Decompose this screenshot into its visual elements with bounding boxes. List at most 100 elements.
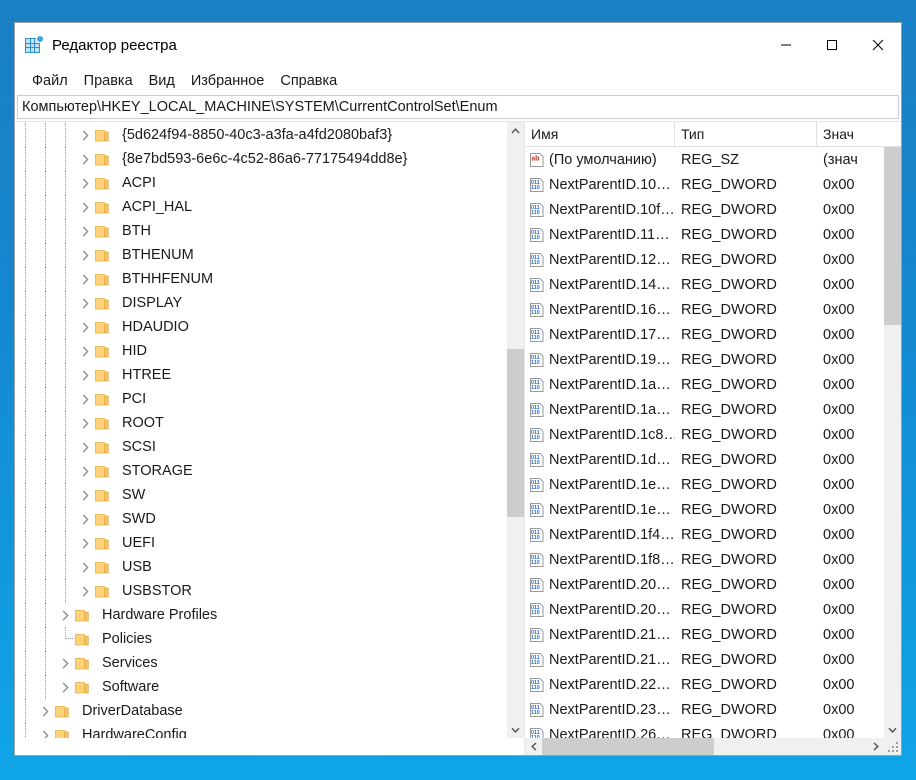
values-hscroll-thumb[interactable] [542, 738, 715, 755]
table-row[interactable]: 011 110 NextParentID.20… REG_DWORD 0x00 [525, 572, 884, 597]
tree-scroll-thumb[interactable] [507, 348, 524, 518]
expand-chevron-icon[interactable] [75, 483, 95, 507]
expand-chevron-icon[interactable] [75, 411, 95, 435]
table-row[interactable]: 011 110 NextParentID.1f4… REG_DWORD 0x00 [525, 522, 884, 547]
menu-favorites[interactable]: Избранное [183, 70, 272, 92]
expand-chevron-icon[interactable] [55, 675, 75, 699]
tree-scroll-down-button[interactable] [507, 721, 524, 738]
tree-item-5d624f94-8850-40c3-a3fa-a4fd2080baf3[interactable]: {5d624f94-8850-40c3-a3fa-a4fd2080baf3} [15, 123, 507, 147]
table-row[interactable]: 011 110 NextParentID.26… REG_DWORD 0x00 [525, 722, 884, 738]
menu-view[interactable]: Вид [141, 70, 183, 92]
registry-tree[interactable]: {5d624f94-8850-40c3-a3fa-a4fd2080baf3} {8… [15, 122, 507, 738]
table-row[interactable]: 011 110 NextParentID.1c8… REG_DWORD 0x00 [525, 422, 884, 447]
expand-chevron-icon[interactable] [75, 219, 95, 243]
values-hscroll-track[interactable] [542, 738, 867, 755]
tree-scroll-up-button[interactable] [507, 122, 524, 139]
expand-chevron-icon[interactable] [75, 459, 95, 483]
values-horizontal-scrollbar[interactable] [525, 738, 901, 755]
tree-item-root[interactable]: ROOT [15, 411, 507, 435]
table-row[interactable]: ab (По умолчанию) REG_SZ (знач [525, 147, 884, 172]
table-row[interactable]: 011 110 NextParentID.1f8… REG_DWORD 0x00 [525, 547, 884, 572]
tree-item-services[interactable]: Services [15, 651, 507, 675]
table-row[interactable]: 011 110 NextParentID.21… REG_DWORD 0x00 [525, 647, 884, 672]
close-button[interactable] [855, 23, 901, 67]
expand-chevron-icon[interactable] [75, 339, 95, 363]
values-scroll-thumb[interactable] [884, 147, 901, 326]
expand-chevron-icon[interactable] [75, 363, 95, 387]
address-input[interactable]: Компьютер\HKEY_LOCAL_MACHINE\SYSTEM\Curr… [17, 95, 899, 119]
table-row[interactable]: 011 110 NextParentID.17… REG_DWORD 0x00 [525, 322, 884, 347]
minimize-button[interactable] [763, 23, 809, 67]
expand-chevron-icon[interactable] [35, 699, 55, 723]
table-row[interactable]: 011 110 NextParentID.1d… REG_DWORD 0x00 [525, 447, 884, 472]
maximize-button[interactable] [809, 23, 855, 67]
tree-item-htree[interactable]: HTREE [15, 363, 507, 387]
expand-chevron-icon[interactable] [75, 123, 95, 147]
tree-item-storage[interactable]: STORAGE [15, 459, 507, 483]
tree-item-usb[interactable]: USB [15, 555, 507, 579]
table-row[interactable]: 011 110 NextParentID.1e… REG_DWORD 0x00 [525, 497, 884, 522]
table-row[interactable]: 011 110 NextParentID.1a… REG_DWORD 0x00 [525, 397, 884, 422]
menu-edit[interactable]: Правка [76, 70, 141, 92]
expand-chevron-icon[interactable] [75, 315, 95, 339]
column-header-name[interactable]: Имя [525, 122, 675, 146]
table-row[interactable]: 011 110 NextParentID.11… REG_DWORD 0x00 [525, 222, 884, 247]
expand-chevron-icon[interactable] [75, 387, 95, 411]
tree-item-bthhfenum[interactable]: BTHHFENUM [15, 267, 507, 291]
expand-chevron-icon[interactable] [75, 267, 95, 291]
expand-chevron-icon[interactable] [75, 147, 95, 171]
values-scroll-down-button[interactable] [884, 721, 901, 738]
tree-item-display[interactable]: DISPLAY [15, 291, 507, 315]
tree-item-hardwareconfig[interactable]: HardwareConfig [15, 723, 507, 738]
table-row[interactable]: 011 110 NextParentID.14… REG_DWORD 0x00 [525, 272, 884, 297]
values-scroll-left-button[interactable] [525, 738, 542, 755]
tree-item-hardware-profiles[interactable]: Hardware Profiles [15, 603, 507, 627]
table-row[interactable]: 011 110 NextParentID.10… REG_DWORD 0x00 [525, 172, 884, 197]
expand-chevron-icon[interactable] [75, 195, 95, 219]
tree-item-usbstor[interactable]: USBSTOR [15, 579, 507, 603]
tree-item-swd[interactable]: SWD [15, 507, 507, 531]
tree-item-bth[interactable]: BTH [15, 219, 507, 243]
tree-vertical-scrollbar[interactable] [507, 122, 524, 738]
expand-chevron-icon[interactable] [55, 603, 75, 627]
tree-item-8e7bd593-6e6c-4c52-86a6-77175494dd8e[interactable]: {8e7bd593-6e6c-4c52-86a6-77175494dd8e} [15, 147, 507, 171]
table-row[interactable]: 011 110 NextParentID.22… REG_DWORD 0x00 [525, 672, 884, 697]
column-header-type[interactable]: Тип [675, 122, 817, 146]
column-header-value[interactable]: Знач [817, 122, 901, 146]
table-row[interactable]: 011 110 NextParentID.12… REG_DWORD 0x00 [525, 247, 884, 272]
expand-chevron-icon[interactable] [75, 435, 95, 459]
tree-item-pci[interactable]: PCI [15, 387, 507, 411]
tree-scroll-track[interactable] [507, 139, 524, 721]
table-row[interactable]: 011 110 NextParentID.21… REG_DWORD 0x00 [525, 622, 884, 647]
table-row[interactable]: 011 110 NextParentID.10f… REG_DWORD 0x00 [525, 197, 884, 222]
tree-item-software[interactable]: Software [15, 675, 507, 699]
values-scroll-right-button[interactable] [867, 738, 884, 755]
tree-item-policies[interactable]: Policies [15, 627, 507, 651]
tree-item-scsi[interactable]: SCSI [15, 435, 507, 459]
table-row[interactable]: 011 110 NextParentID.23… REG_DWORD 0x00 [525, 697, 884, 722]
tree-item-bthenum[interactable]: BTHENUM [15, 243, 507, 267]
menu-file[interactable]: Файл [24, 70, 76, 92]
values-list[interactable]: ab (По умолчанию) REG_SZ (знач 011 110 NextPar… [525, 147, 884, 738]
tree-item-hid[interactable]: HID [15, 339, 507, 363]
tree-item-sw[interactable]: SW [15, 483, 507, 507]
expand-chevron-icon[interactable] [75, 243, 95, 267]
tree-item-uefi[interactable]: UEFI [15, 531, 507, 555]
tree-item-acpi-hal[interactable]: ACPI_HAL [15, 195, 507, 219]
menu-help[interactable]: Справка [272, 70, 345, 92]
expand-chevron-icon[interactable] [75, 555, 95, 579]
expand-chevron-icon[interactable] [75, 507, 95, 531]
expand-chevron-icon[interactable] [75, 291, 95, 315]
window-resize-grip[interactable] [884, 738, 901, 755]
values-vertical-scrollbar[interactable] [884, 147, 901, 738]
tree-item-hdaudio[interactable]: HDAUDIO [15, 315, 507, 339]
expand-chevron-icon[interactable] [75, 531, 95, 555]
expand-chevron-icon[interactable] [55, 651, 75, 675]
tree-item-driverdatabase[interactable]: DriverDatabase [15, 699, 507, 723]
tree-item-acpi[interactable]: ACPI [15, 171, 507, 195]
expand-chevron-icon[interactable] [75, 171, 95, 195]
table-row[interactable]: 011 110 NextParentID.20… REG_DWORD 0x00 [525, 597, 884, 622]
values-scroll-track[interactable] [884, 147, 901, 721]
table-row[interactable]: 011 110 NextParentID.19… REG_DWORD 0x00 [525, 347, 884, 372]
table-row[interactable]: 011 110 NextParentID.1e… REG_DWORD 0x00 [525, 472, 884, 497]
